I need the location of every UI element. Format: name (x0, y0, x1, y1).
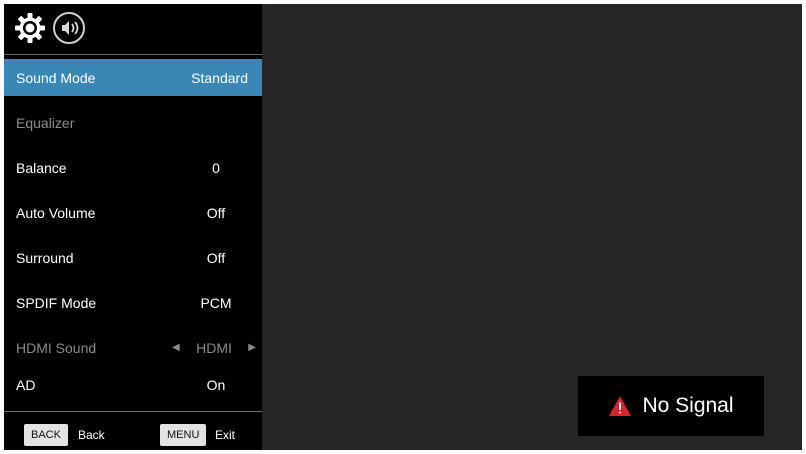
header-divider (4, 54, 262, 55)
menu-key-label: Exit (215, 428, 236, 442)
menu-item-surround[interactable]: Surround Off (4, 239, 262, 276)
menu-item-value: On (206, 376, 226, 393)
menu-item-value: HDMI (196, 339, 232, 356)
menu-item-label: AD (16, 376, 36, 393)
menu-item-value: Off (206, 249, 226, 266)
tv-screen: Sound Mode Standard Equalizer Balance 0 … (4, 4, 802, 450)
menu-item-value: Standard (191, 69, 248, 86)
menu-item-value: PCM (200, 294, 232, 311)
menu-item-label: Surround (16, 249, 74, 266)
menu-item-sound-mode[interactable]: Sound Mode Standard (4, 59, 262, 96)
menu-item-label: Equalizer (16, 114, 75, 131)
menu-item-value: 0 (212, 159, 220, 176)
menu-item-ad[interactable]: AD On (4, 366, 262, 403)
menu-item-spdif-mode[interactable]: SPDIF Mode PCM (4, 284, 262, 321)
menu-item-equalizer: Equalizer (4, 104, 262, 141)
menu-item-value: Off (206, 204, 226, 221)
hdmi-sound-selector: ◀ HDMI ▶ (172, 340, 256, 356)
arrow-left-icon: ◀ (172, 342, 180, 353)
back-key-label: Back (78, 428, 105, 442)
sound-settings-panel: Sound Mode Standard Equalizer Balance 0 … (4, 4, 262, 450)
menu-item-hdmi-sound: HDMI Sound ◀ HDMI ▶ (4, 329, 262, 366)
menu-item-label: Sound Mode (16, 69, 96, 86)
menu-item-label: Auto Volume (16, 204, 96, 221)
menu-item-balance[interactable]: Balance 0 (4, 149, 262, 186)
gear-icon[interactable] (13, 11, 47, 45)
warning-icon (608, 395, 632, 417)
menu-item-label: SPDIF Mode (16, 294, 97, 311)
menu-item-auto-volume[interactable]: Auto Volume Off (4, 194, 262, 231)
menu-item-label: HDMI Sound (16, 339, 97, 356)
menu-item-label: Balance (16, 159, 67, 176)
arrow-right-icon: ▶ (248, 342, 256, 353)
menu-footer: BACK Back MENU Exit (4, 412, 262, 450)
no-signal-banner: No Signal (578, 376, 764, 436)
back-key[interactable]: BACK (24, 424, 68, 446)
settings-icon-bar (4, 4, 262, 52)
speaker-icon[interactable] (52, 11, 86, 45)
no-signal-text: No Signal (642, 394, 734, 417)
menu-key[interactable]: MENU (160, 424, 207, 446)
